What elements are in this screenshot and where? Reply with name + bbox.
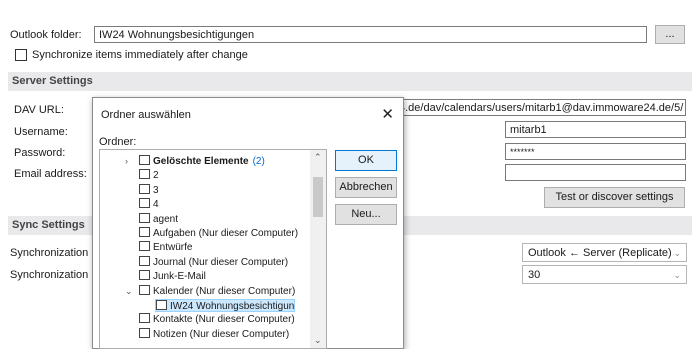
new-folder-button[interactable]: Neu... [335,204,397,225]
email-label: Email address: [14,168,87,180]
task-folder-icon [139,227,150,237]
folder-icon [139,169,150,180]
tree-item[interactable]: IW24 Wohnungsbesichtigun [155,299,296,312]
dav-url-label: DAV URL: [14,104,64,116]
folder-list-label: Ordner: [99,136,137,148]
sync-mode-select[interactable]: Outlook ← Server (Replicate) ⌄ [522,243,687,262]
tree-item-label: Journal (Nur dieser Computer) [153,256,289,268]
tree-item-label: Entwürfe [153,242,193,254]
tree-item[interactable]: Junk-E-Mail [139,270,208,283]
journal-folder-icon [139,255,150,266]
contacts-folder-icon [139,313,150,324]
tree-item[interactable]: Aufgaben (Nur dieser Computer) [139,227,300,240]
sync-mode-label: Synchronization [10,247,89,259]
tree-item-label: IW24 Wohnungsbesichtigun [170,301,295,312]
test-settings-button[interactable]: Test or discover settings [544,187,685,208]
tree-item-label: Aufgaben (Nur dieser Computer) [153,228,299,239]
ok-button[interactable]: OK [335,150,397,171]
outlook-folder-label: Outlook folder: [10,29,82,41]
scroll-down-icon[interactable]: ⌄ [314,335,322,346]
cancel-button[interactable]: Abbrechen [335,177,397,198]
tree-item[interactable]: Kontakte (Nur dieser Computer) [139,313,297,326]
tree-item-label: Kontakte (Nur dieser Computer) [153,314,295,326]
dav-url-input[interactable]: 4.de/dav/calendars/users/mitarb1@dav.imm… [398,99,686,116]
outlook-folder-input[interactable]: IW24 Wohnungsbesichtigungen [94,26,647,43]
tree-item[interactable]: 3 [139,183,161,197]
tree-item[interactable]: 2 [139,169,161,182]
folder-icon [139,241,150,252]
sync-interval-select[interactable]: 30 ⌄ [522,265,687,284]
folder-tree[interactable]: › Gelöschte Elemente (2) 2 3 4 agent Aufgaben (… [99,149,327,349]
tree-expander-icon[interactable]: › [125,156,128,166]
chevron-down-icon: ⌄ [673,270,681,280]
folder-icon [139,183,150,194]
dialog-title: Ordner auswählen [101,109,191,121]
tree-item[interactable]: Entwürfe [139,241,194,254]
calendar-folder-icon [156,300,167,310]
tree-item-label: Gelöschte Elemente [153,156,249,167]
junk-folder-icon [139,270,150,281]
notes-folder-icon [139,327,150,338]
calendar-folder-icon [139,284,150,295]
unread-count-badge: (2) [252,156,265,167]
tree-item-label: Notizen (Nur dieser Computer) [153,328,290,340]
tree-item[interactable]: Gelöschte Elemente (2) [139,155,267,168]
folder-icon [139,198,150,209]
chevron-down-icon: ⌄ [673,248,681,258]
sync-mode-value: Outlook ← Server (Replicate) [528,247,672,259]
folder-icon [139,212,150,223]
tree-item-label: Junk-E-Mail [153,271,206,283]
password-label: Password: [14,147,66,159]
sync-interval-value: 30 [528,269,541,281]
scroll-up-icon[interactable]: ⌃ [314,152,322,163]
server-settings-header: Server Settings [8,72,692,91]
close-icon[interactable]: ✕ [381,105,394,123]
username-label: Username: [14,126,68,138]
sync-interval-label: Synchronization [10,269,89,281]
tree-item-label: 3 [153,184,159,196]
tree-item[interactable]: Journal (Nur dieser Computer) [139,255,290,269]
tree-item-label: Kalender (Nur dieser Computer) [153,285,296,297]
sync-immediately-checkbox[interactable] [15,49,27,61]
tree-expander-icon[interactable]: ⌄ [125,286,133,297]
sync-immediately-label: Synchronize items immediately after chan… [32,49,248,61]
tree-item[interactable]: Notizen (Nur dieser Computer) [139,327,291,341]
tree-item-label: 4 [153,199,159,211]
tree-item-label: agent [153,213,179,225]
username-input[interactable]: mitarb1 [505,121,686,138]
password-input[interactable]: ******* [505,143,686,160]
tree-item[interactable]: 4 [139,198,161,211]
tree-item[interactable]: agent [139,212,180,226]
tree-item[interactable]: Kalender (Nur dieser Computer) [139,284,297,298]
folder-picker-dialog: Ordner auswählen ✕ Ordner: › Gelöschte El… [92,97,404,349]
browse-folder-button[interactable]: ... [655,25,685,44]
email-input[interactable] [505,164,686,181]
trash-icon [139,155,150,165]
tree-scrollbar[interactable]: ⌃ ⌄ [310,150,326,348]
scroll-thumb[interactable] [313,177,323,217]
tree-item-label: 2 [153,170,159,182]
